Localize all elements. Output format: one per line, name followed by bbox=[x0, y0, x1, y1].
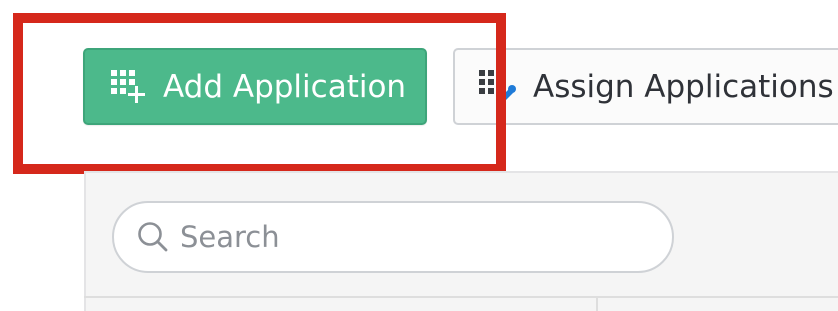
assign-applications-button[interactable]: Assign Applications bbox=[453, 48, 838, 125]
page: Add Application Assign Applications bbox=[0, 0, 838, 311]
assign-applications-label: Assign Applications bbox=[533, 68, 834, 105]
highlight-box bbox=[13, 13, 506, 174]
search-input[interactable] bbox=[180, 220, 650, 254]
panel-divider bbox=[84, 296, 838, 298]
search-box[interactable] bbox=[112, 201, 674, 273]
panel-column-divider bbox=[596, 298, 598, 311]
search-icon bbox=[136, 220, 170, 254]
